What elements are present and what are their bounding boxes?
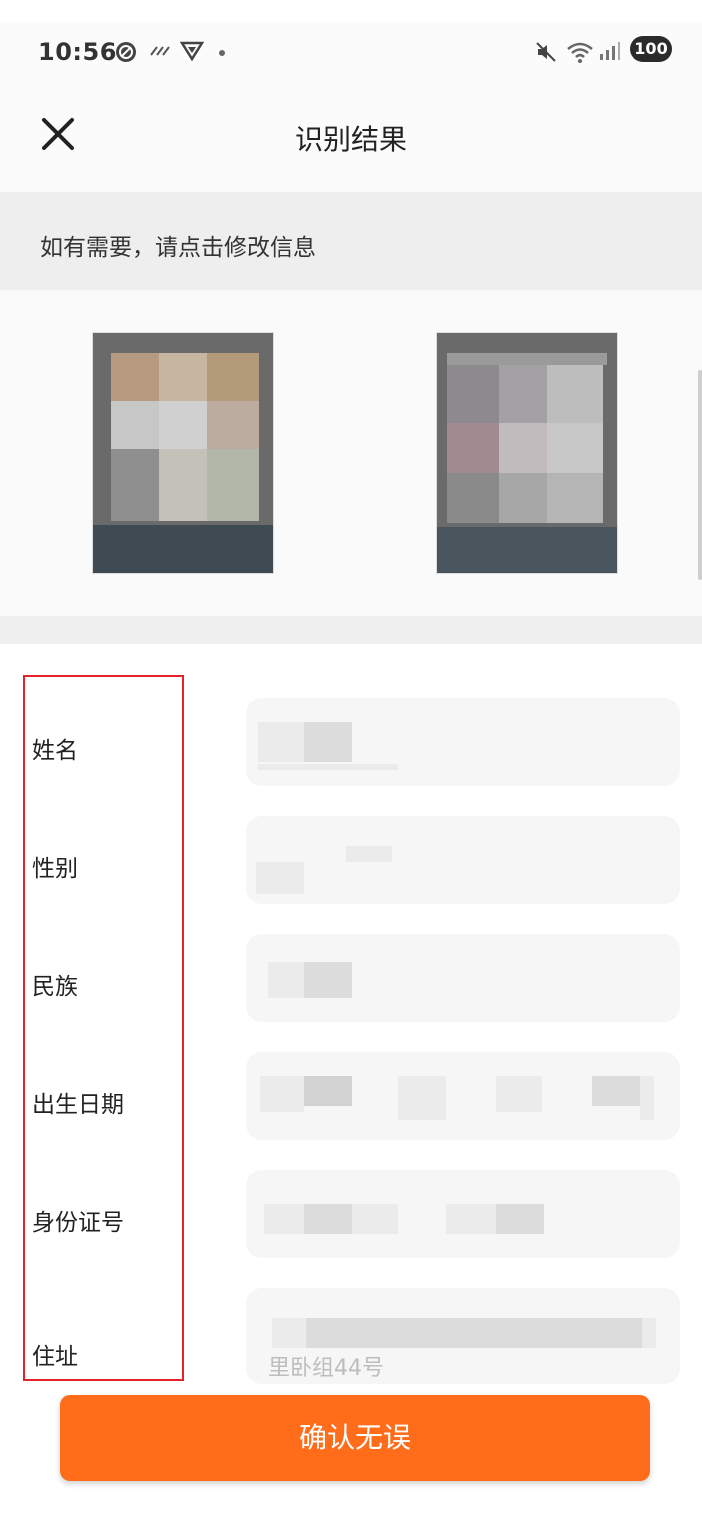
section-divider — [0, 616, 702, 644]
status-time: 10:56 — [38, 38, 117, 66]
ethnicity-input[interactable] — [246, 934, 680, 1022]
field-label-id-number: 身份证号 — [32, 1210, 124, 1236]
page-title: 识别结果 — [294, 123, 407, 156]
hint-banner: 如有需要，请点击修改信息 — [0, 192, 702, 290]
name-input[interactable] — [246, 698, 680, 786]
id-card-back-photo[interactable] — [436, 332, 618, 574]
id-card-front-photo[interactable] — [92, 332, 274, 574]
cell-signal-icon — [598, 40, 620, 67]
mute-icon — [534, 40, 558, 69]
id-photos-section — [0, 290, 702, 616]
vpn-icon — [179, 40, 205, 67]
block-icon — [114, 40, 138, 69]
address-value-tail: 里卧组44号 — [268, 1356, 384, 1381]
confirm-button[interactable]: 确认无误 — [60, 1395, 650, 1481]
labels-highlight-frame — [23, 675, 184, 1381]
hint-text: 如有需要，请点击修改信息 — [40, 235, 316, 261]
address-input[interactable]: 里卧组44号 — [246, 1288, 680, 1384]
id-number-input[interactable] — [246, 1170, 680, 1258]
birthdate-input[interactable] — [246, 1052, 680, 1140]
field-label-ethnicity: 民族 — [32, 974, 78, 1000]
nav-bar: 识别结果 — [0, 78, 702, 192]
scroll-indicator — [698, 370, 702, 580]
field-label-address: 住址 — [32, 1344, 78, 1370]
signal-lines-icon — [148, 40, 174, 67]
field-label-gender: 性别 — [32, 856, 78, 882]
field-label-name: 姓名 — [32, 738, 78, 764]
status-bar: 10:56 100 — [0, 22, 702, 78]
gender-input[interactable] — [246, 816, 680, 904]
battery-indicator: 100 — [630, 36, 672, 62]
notification-dot-icon — [219, 50, 225, 56]
wifi-icon — [566, 40, 594, 69]
field-label-birthdate: 出生日期 — [32, 1092, 124, 1118]
